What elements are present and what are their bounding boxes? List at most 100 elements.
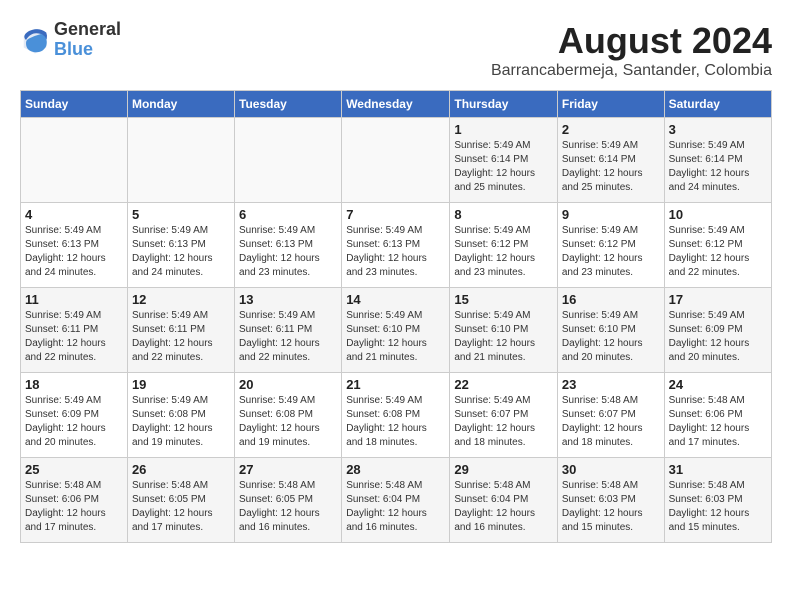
day-number: 8 — [454, 207, 553, 222]
calendar-header-row: SundayMondayTuesdayWednesdayThursdayFrid… — [21, 91, 772, 118]
day-number: 17 — [669, 292, 767, 307]
day-number: 2 — [562, 122, 660, 137]
calendar-cell — [342, 118, 450, 203]
day-number: 23 — [562, 377, 660, 392]
day-info: Sunrise: 5:49 AM Sunset: 6:10 PM Dayligh… — [454, 309, 553, 365]
logo-general: General — [54, 20, 121, 40]
day-number: 9 — [562, 207, 660, 222]
day-number: 31 — [669, 462, 767, 477]
calendar-cell: 18 Sunrise: 5:49 AM Sunset: 6:09 PM Dayli… — [21, 373, 128, 458]
calendar-cell: 12Sunrise: 5:49 AM Sunset: 6:11 PM Dayli… — [127, 288, 234, 373]
day-info: Sunrise: 5:49 AM Sunset: 6:10 PM Dayligh… — [562, 309, 660, 365]
logo-text: General Blue — [54, 20, 121, 60]
day-info: Sunrise: 5:49 AM Sunset: 6:14 PM Dayligh… — [669, 139, 767, 195]
day-number: 4 — [25, 207, 123, 222]
day-number: 25 — [25, 462, 123, 477]
calendar-week-row: 18 Sunrise: 5:49 AM Sunset: 6:09 PM Dayli… — [21, 373, 772, 458]
calendar-cell: 11 Sunrise: 5:49 AM Sunset: 6:11 PM Dayli… — [21, 288, 128, 373]
calendar-cell: 5 Sunrise: 5:49 AM Sunset: 6:13 PM Daylig… — [127, 203, 234, 288]
day-info: Sunrise: 5:48 AM Sunset: 6:06 PM Dayligh… — [25, 479, 123, 535]
day-number: 1 — [454, 122, 553, 137]
calendar-cell: 26 Sunrise: 5:48 AM Sunset: 6:05 PM Dayli… — [127, 458, 234, 543]
weekday-header: Wednesday — [342, 91, 450, 118]
day-number: 18 — [25, 377, 123, 392]
calendar-cell: 9 Sunrise: 5:49 AM Sunset: 6:12 PM Daylig… — [557, 203, 664, 288]
calendar-cell: 13 Sunrise: 5:49 AM Sunset: 6:11 PM Dayli… — [235, 288, 342, 373]
day-info: Sunrise: 5:49 AM Sunset: 6:13 PM Dayligh… — [346, 224, 445, 280]
day-info: Sunrise: 5:48 AM Sunset: 6:05 PM Dayligh… — [132, 479, 230, 535]
page-header: General Blue August 2024 Barrancabermeja… — [20, 20, 772, 80]
day-number: 26 — [132, 462, 230, 477]
calendar-cell: 6 Sunrise: 5:49 AM Sunset: 6:13 PM Daylig… — [235, 203, 342, 288]
day-number: 14 — [346, 292, 445, 307]
day-info: Sunrise: 5:49 AM Sunset: 6:07 PM Dayligh… — [454, 394, 553, 450]
day-number: 28 — [346, 462, 445, 477]
calendar-cell: 14 Sunrise: 5:49 AM Sunset: 6:10 PM Dayli… — [342, 288, 450, 373]
calendar-cell: 20Sunrise: 5:49 AM Sunset: 6:08 PM Dayli… — [235, 373, 342, 458]
day-info: Sunrise: 5:49 AM Sunset: 6:08 PM Dayligh… — [132, 394, 230, 450]
day-number: 22 — [454, 377, 553, 392]
calendar-cell: 7 Sunrise: 5:49 AM Sunset: 6:13 PM Daylig… — [342, 203, 450, 288]
calendar-cell — [235, 118, 342, 203]
calendar-week-row: 4 Sunrise: 5:49 AM Sunset: 6:13 PM Daylig… — [21, 203, 772, 288]
day-number: 3 — [669, 122, 767, 137]
calendar-cell — [127, 118, 234, 203]
day-number: 19 — [132, 377, 230, 392]
calendar-cell: 22 Sunrise: 5:49 AM Sunset: 6:07 PM Dayli… — [450, 373, 558, 458]
day-info: Sunrise: 5:49 AM Sunset: 6:14 PM Dayligh… — [562, 139, 660, 195]
day-number: 11 — [25, 292, 123, 307]
day-number: 5 — [132, 207, 230, 222]
day-info: Sunrise: 5:48 AM Sunset: 6:04 PM Dayligh… — [346, 479, 445, 535]
day-info: Sunrise: 5:48 AM Sunset: 6:03 PM Dayligh… — [562, 479, 660, 535]
weekday-header: Friday — [557, 91, 664, 118]
calendar-cell: 29Sunrise: 5:48 AM Sunset: 6:04 PM Dayli… — [450, 458, 558, 543]
weekday-header: Sunday — [21, 91, 128, 118]
logo-blue: Blue — [54, 40, 121, 60]
day-number: 13 — [239, 292, 337, 307]
day-number: 6 — [239, 207, 337, 222]
weekday-header: Saturday — [664, 91, 771, 118]
calendar-cell — [21, 118, 128, 203]
day-number: 20 — [239, 377, 337, 392]
calendar-cell: 4Sunrise: 5:49 AM Sunset: 6:13 PM Daylig… — [21, 203, 128, 288]
day-info: Sunrise: 5:49 AM Sunset: 6:13 PM Dayligh… — [132, 224, 230, 280]
calendar-cell: 27Sunrise: 5:48 AM Sunset: 6:05 PM Dayli… — [235, 458, 342, 543]
calendar-cell: 1 Sunrise: 5:49 AM Sunset: 6:14 PM Daylig… — [450, 118, 558, 203]
calendar-cell: 17Sunrise: 5:49 AM Sunset: 6:09 PM Dayli… — [664, 288, 771, 373]
calendar-week-row: 11 Sunrise: 5:49 AM Sunset: 6:11 PM Dayli… — [21, 288, 772, 373]
day-number: 30 — [562, 462, 660, 477]
calendar-cell: 25 Sunrise: 5:48 AM Sunset: 6:06 PM Dayli… — [21, 458, 128, 543]
day-info: Sunrise: 5:49 AM Sunset: 6:11 PM Dayligh… — [239, 309, 337, 365]
logo: General Blue — [20, 20, 121, 60]
calendar-cell: 10 Sunrise: 5:49 AM Sunset: 6:12 PM Dayli… — [664, 203, 771, 288]
day-info: Sunrise: 5:48 AM Sunset: 6:06 PM Dayligh… — [669, 394, 767, 450]
weekday-header: Monday — [127, 91, 234, 118]
day-number: 21 — [346, 377, 445, 392]
day-info: Sunrise: 5:49 AM Sunset: 6:09 PM Dayligh… — [25, 394, 123, 450]
calendar-cell: 3 Sunrise: 5:49 AM Sunset: 6:14 PM Daylig… — [664, 118, 771, 203]
day-info: Sunrise: 5:49 AM Sunset: 6:12 PM Dayligh… — [562, 224, 660, 280]
day-info: Sunrise: 5:48 AM Sunset: 6:03 PM Dayligh… — [669, 479, 767, 535]
calendar-table: SundayMondayTuesdayWednesdayThursdayFrid… — [20, 90, 772, 543]
calendar-cell: 2 Sunrise: 5:49 AM Sunset: 6:14 PM Daylig… — [557, 118, 664, 203]
calendar-cell: 19 Sunrise: 5:49 AM Sunset: 6:08 PM Dayli… — [127, 373, 234, 458]
day-info: Sunrise: 5:49 AM Sunset: 6:12 PM Dayligh… — [669, 224, 767, 280]
calendar-cell: 24Sunrise: 5:48 AM Sunset: 6:06 PM Dayli… — [664, 373, 771, 458]
calendar-week-row: 1 Sunrise: 5:49 AM Sunset: 6:14 PM Daylig… — [21, 118, 772, 203]
day-info: Sunrise: 5:49 AM Sunset: 6:11 PM Dayligh… — [25, 309, 123, 365]
day-info: Sunrise: 5:49 AM Sunset: 6:13 PM Dayligh… — [239, 224, 337, 280]
calendar-cell: 16Sunrise: 5:49 AM Sunset: 6:10 PM Dayli… — [557, 288, 664, 373]
day-info: Sunrise: 5:48 AM Sunset: 6:07 PM Dayligh… — [562, 394, 660, 450]
day-info: Sunrise: 5:49 AM Sunset: 6:14 PM Dayligh… — [454, 139, 553, 195]
calendar-cell: 31 Sunrise: 5:48 AM Sunset: 6:03 PM Dayli… — [664, 458, 771, 543]
day-info: Sunrise: 5:48 AM Sunset: 6:04 PM Dayligh… — [454, 479, 553, 535]
calendar-cell: 23 Sunrise: 5:48 AM Sunset: 6:07 PM Dayli… — [557, 373, 664, 458]
day-number: 15 — [454, 292, 553, 307]
day-number: 27 — [239, 462, 337, 477]
day-info: Sunrise: 5:49 AM Sunset: 6:10 PM Dayligh… — [346, 309, 445, 365]
weekday-header: Tuesday — [235, 91, 342, 118]
day-number: 7 — [346, 207, 445, 222]
day-info: Sunrise: 5:49 AM Sunset: 6:12 PM Dayligh… — [454, 224, 553, 280]
title-block: August 2024 Barrancabermeja, Santander, … — [491, 20, 772, 80]
day-number: 10 — [669, 207, 767, 222]
